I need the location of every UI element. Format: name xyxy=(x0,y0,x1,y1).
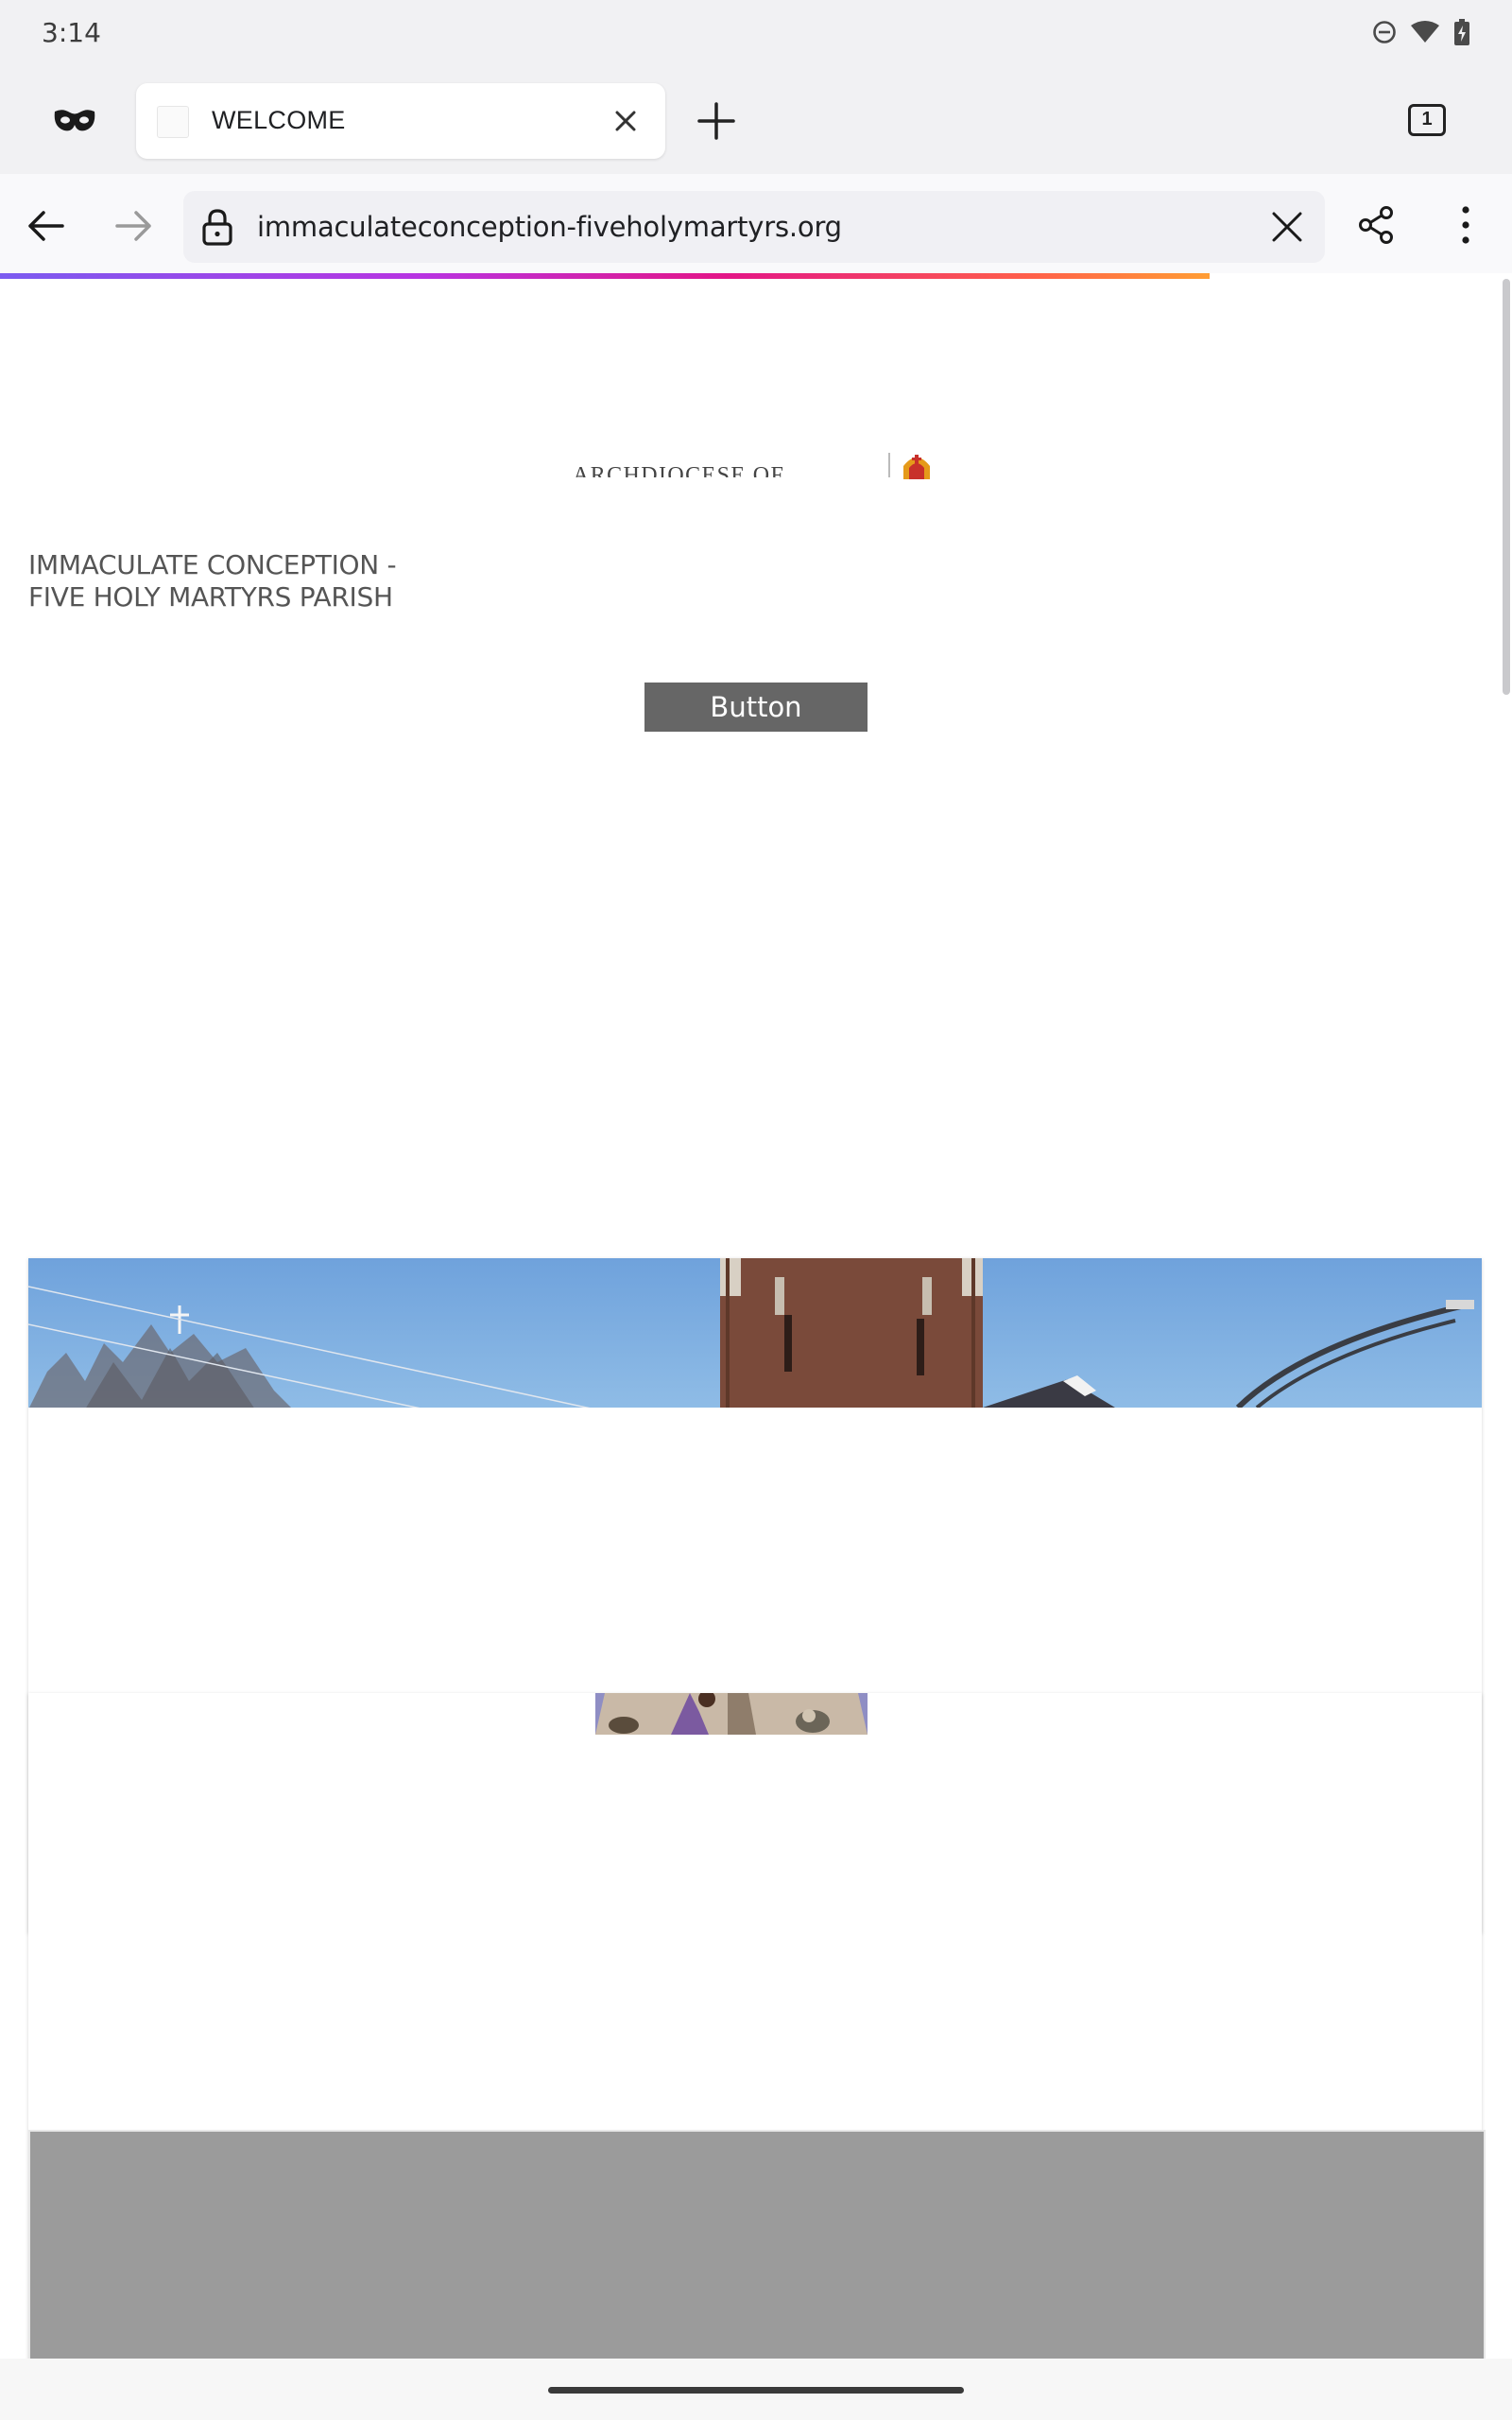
web-content[interactable]: ARCHDIOCESE OF CHICAGO IMMACULATE CONCEP… xyxy=(0,279,1512,2359)
share-icon[interactable] xyxy=(1355,204,1397,246)
status-bar: 3:14 xyxy=(0,0,1512,68)
clear-url-icon[interactable] xyxy=(1268,208,1306,246)
tab-strip: WELCOME 1 xyxy=(0,68,1512,174)
tab-welcome[interactable]: WELCOME xyxy=(136,83,665,159)
image-placeholder-card[interactable] xyxy=(28,2130,1486,2359)
archdiocese-crest-icon[interactable] xyxy=(900,451,934,479)
url-text[interactable]: immaculateconception-fiveholymartyrs.org xyxy=(257,211,842,243)
parish-name[interactable]: IMMACULATE CONCEPTION - FIVE HOLY MARTYR… xyxy=(28,549,406,614)
arrow-right-icon[interactable] xyxy=(113,205,155,247)
wifi-icon xyxy=(1411,21,1439,43)
scrollbar[interactable] xyxy=(1503,279,1510,695)
mural-photo xyxy=(595,1693,868,1735)
plus-icon[interactable] xyxy=(696,100,737,142)
church-photo xyxy=(28,1258,1482,1408)
toolbar: immaculateconception-fiveholymartyrs.org xyxy=(0,174,1512,278)
arrow-left-icon[interactable] xyxy=(25,205,66,247)
system-navigation-bar xyxy=(0,2359,1512,2420)
favicon-icon xyxy=(157,106,189,138)
more-vertical-icon[interactable] xyxy=(1452,202,1480,248)
archdiocese-logo-text[interactable]: ARCHDIOCESE OF CHICAGO xyxy=(573,462,885,477)
tab-counter-button[interactable]: 1 xyxy=(1408,104,1446,136)
private-mask-icon[interactable] xyxy=(53,106,96,134)
battery-charging-icon xyxy=(1454,19,1469,45)
url-bar[interactable]: immaculateconception-fiveholymartyrs.org xyxy=(183,191,1325,263)
logo-divider xyxy=(888,453,890,477)
lock-icon[interactable] xyxy=(200,208,234,246)
status-time: 3:14 xyxy=(42,17,101,48)
status-icons xyxy=(1372,19,1470,45)
tab-title: WELCOME xyxy=(212,106,346,134)
archdiocese-text: ARCHDIOCESE OF CHICAGO xyxy=(573,463,785,477)
page-button[interactable]: Button xyxy=(644,683,868,732)
do-not-disturb-icon xyxy=(1373,21,1396,43)
gesture-handle[interactable] xyxy=(548,2387,964,2394)
close-icon[interactable] xyxy=(609,104,643,138)
